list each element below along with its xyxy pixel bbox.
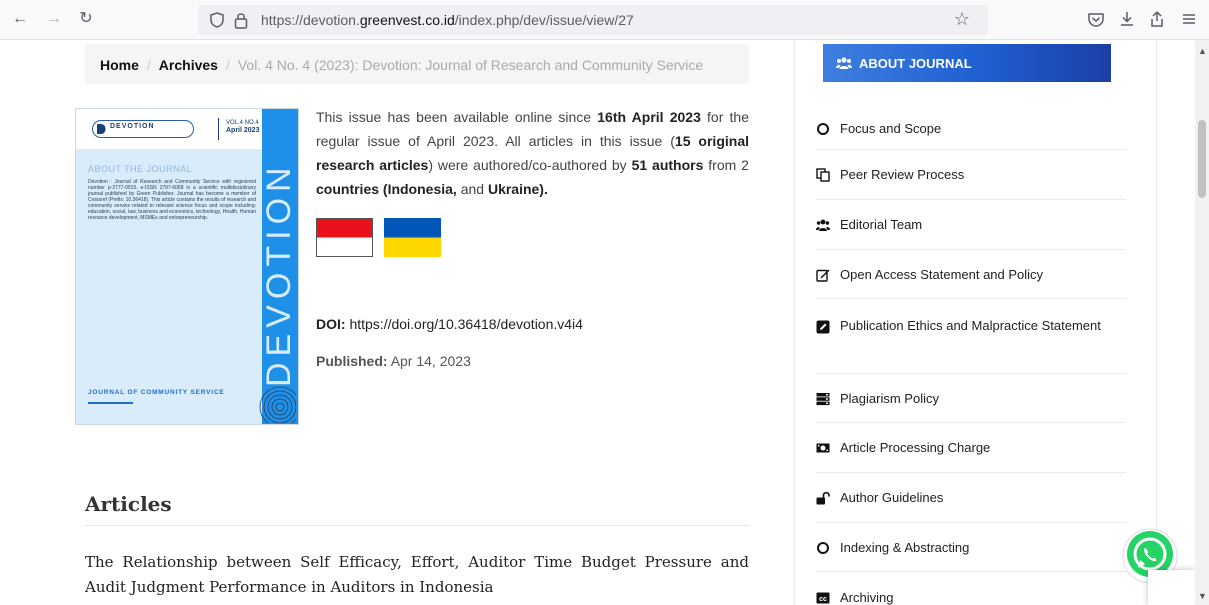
url-domain: greenvest.co.id — [359, 12, 455, 28]
article-title-link[interactable]: The Relationship between Self Efficacy, … — [85, 550, 749, 600]
articles-divider — [85, 525, 749, 526]
breadcrumb-home[interactable]: Home — [100, 57, 139, 73]
scrollbar-thumb[interactable] — [1198, 120, 1206, 198]
breadcrumb-separator: / — [225, 57, 230, 73]
scroll-up-icon[interactable]: ▲ — [1198, 46, 1207, 56]
desc-author-count: 51 authors — [631, 157, 704, 173]
desc-text: ) were authored/co-authored by — [428, 157, 632, 173]
indonesia-flag-icon — [316, 218, 373, 257]
download-icon[interactable] — [1118, 10, 1136, 28]
svg-text:DEVOTION: DEVOTION — [260, 161, 298, 387]
cover-vertical-title: DEVOTION — [260, 161, 298, 387]
sidebar-item-label: Peer Review Process — [840, 167, 965, 182]
sidebar-item-label: Publication Ethics and Malpractice State… — [840, 318, 1101, 333]
sidebar-item-label: Plagiarism Policy — [840, 391, 939, 406]
published-date: Apr 14, 2023 — [390, 353, 471, 369]
server-icon — [816, 393, 830, 406]
cover-about-heading: ABOUT THE JOURNAL — [88, 164, 193, 174]
cover-about-text: Devotion : Journal of Research and Commu… — [88, 179, 256, 221]
sidebar-item-publication-ethics[interactable]: Publication Ethics and Malpractice State… — [816, 299, 1126, 374]
sidebar-item-label: Focus and Scope — [840, 121, 942, 136]
cover-logo-text: DEVOTION — [110, 123, 155, 130]
cover-vol-date: April 2023 — [226, 127, 260, 134]
sidebar-item-label: Author Guidelines — [840, 490, 944, 505]
shield-icon[interactable] — [210, 12, 224, 28]
address-bar[interactable]: https://devotion.greenvest.co.id/index.p… — [198, 5, 988, 35]
logo-mark-icon — [97, 124, 106, 134]
scroll-down-icon[interactable]: ▼ — [1198, 591, 1207, 601]
breadcrumb-current: Vol. 4 No. 4 (2023): Devotion: Journal o… — [237, 57, 704, 73]
circle-icon — [817, 542, 829, 554]
about-journal-header: ABOUT JOURNAL — [823, 44, 1111, 82]
back-icon[interactable]: ← — [10, 9, 30, 29]
cover-pattern-icon — [259, 386, 296, 423]
sidebar-item-apc[interactable]: Article Processing Charge — [816, 423, 1126, 473]
sidebar-item-archiving[interactable]: cc Archiving — [816, 572, 1126, 605]
desc-countries: countries (Indonesia, — [316, 181, 457, 197]
sidebar-item-label: Article Processing Charge — [840, 440, 991, 455]
issue-published: Published: Apr 14, 2023 — [316, 353, 471, 369]
breadcrumb-archives[interactable]: Archives — [159, 57, 218, 73]
issue-description: This issue has been available online sin… — [316, 105, 749, 201]
sidebar-item-indexing[interactable]: Indexing & Abstracting — [816, 523, 1126, 572]
sidebar-item-plagiarism[interactable]: Plagiarism Policy — [816, 374, 1126, 423]
circle-icon — [817, 123, 829, 135]
url-suffix: /index.php/dev/issue/view/27 — [454, 12, 634, 28]
desc-text: This issue has been available online sin… — [316, 109, 598, 125]
sidebar-item-open-access[interactable]: Open Access Statement and Policy — [816, 250, 1126, 299]
users-icon — [816, 219, 830, 231]
doi-link[interactable]: https://doi.org/10.36418/devotion.v4i4 — [349, 316, 583, 332]
breadcrumb: Home / Archives / Vol. 4 No. 4 (2023): Devot… — [85, 44, 749, 84]
svg-text:cc: cc — [819, 596, 827, 603]
ukraine-flag-icon — [384, 218, 441, 257]
sidebar-item-label: Open Access Statement and Policy — [840, 267, 1044, 282]
desc-text: from 2 — [703, 157, 749, 173]
sidebar-item-label: Archiving — [840, 590, 894, 605]
page-content: Home / Archives / Vol. 4 No. 4 (2023): Devot… — [0, 40, 1195, 605]
reload-icon[interactable]: ↻ — [76, 9, 96, 29]
scroll-to-top-button[interactable] — [1148, 570, 1196, 605]
doi-label: DOI: — [316, 316, 346, 332]
cc-icon: cc — [816, 592, 830, 604]
sidebar: ABOUT JOURNAL Focus and Scope Peer Revie… — [794, 40, 1157, 605]
published-label: Published: — [316, 353, 388, 369]
cover-footer-underline — [88, 402, 133, 404]
sidebar-item-peer-review[interactable]: Peer Review Process — [816, 150, 1126, 200]
issue-cover-image[interactable]: DEVOTION VOL.4 NO.4 April 2023 ABOUT THE … — [75, 108, 299, 425]
menu-icon[interactable] — [1180, 10, 1198, 28]
about-journal-title: ABOUT JOURNAL — [859, 56, 972, 71]
url-text[interactable]: https://devotion.greenvest.co.id/index.p… — [261, 12, 634, 28]
cover-volume: VOL.4 NO.4 April 2023 — [226, 119, 259, 135]
forward-icon[interactable]: → — [44, 9, 64, 29]
page-scrollbar[interactable]: ▲ ▼ — [1195, 40, 1209, 605]
issue-doi: DOI: https://doi.org/10.36418/devotion.v… — [316, 316, 583, 332]
bookmark-star-icon[interactable]: ☆ — [954, 9, 970, 30]
browser-toolbar: ← → ↻ https://devotion.greenvest.co.id/i… — [0, 0, 1209, 40]
cover-footer-text: JOURNAL OF COMMUNITY SERVICE — [88, 389, 225, 396]
share-icon[interactable] — [1148, 10, 1166, 28]
sidebar-item-editorial-team[interactable]: Editorial Team — [816, 200, 1126, 250]
unlock-icon — [816, 491, 830, 505]
desc-country-ukraine: Ukraine). — [487, 181, 548, 197]
sidebar-item-author-guidelines[interactable]: Author Guidelines — [816, 473, 1126, 523]
copy-icon — [816, 168, 830, 182]
desc-date: 16th April 2023 — [597, 109, 701, 125]
articles-heading: Articles — [85, 492, 172, 516]
cover-divider — [218, 118, 219, 140]
edit-icon — [816, 269, 830, 282]
money-icon — [816, 443, 830, 453]
users-icon — [836, 57, 852, 69]
url-prefix: https://devotion. — [261, 12, 360, 28]
cover-vol-number: VOL.4 NO.4 — [226, 120, 259, 126]
desc-text: and — [456, 181, 488, 197]
sidebar-item-focus-scope[interactable]: Focus and Scope — [816, 108, 1126, 150]
breadcrumb-separator: / — [146, 57, 151, 73]
lock-icon[interactable] — [234, 11, 248, 29]
sidebar-item-label: Editorial Team — [840, 217, 923, 232]
pocket-icon[interactable] — [1087, 10, 1105, 28]
sidebar-item-label: Indexing & Abstracting — [840, 540, 970, 555]
